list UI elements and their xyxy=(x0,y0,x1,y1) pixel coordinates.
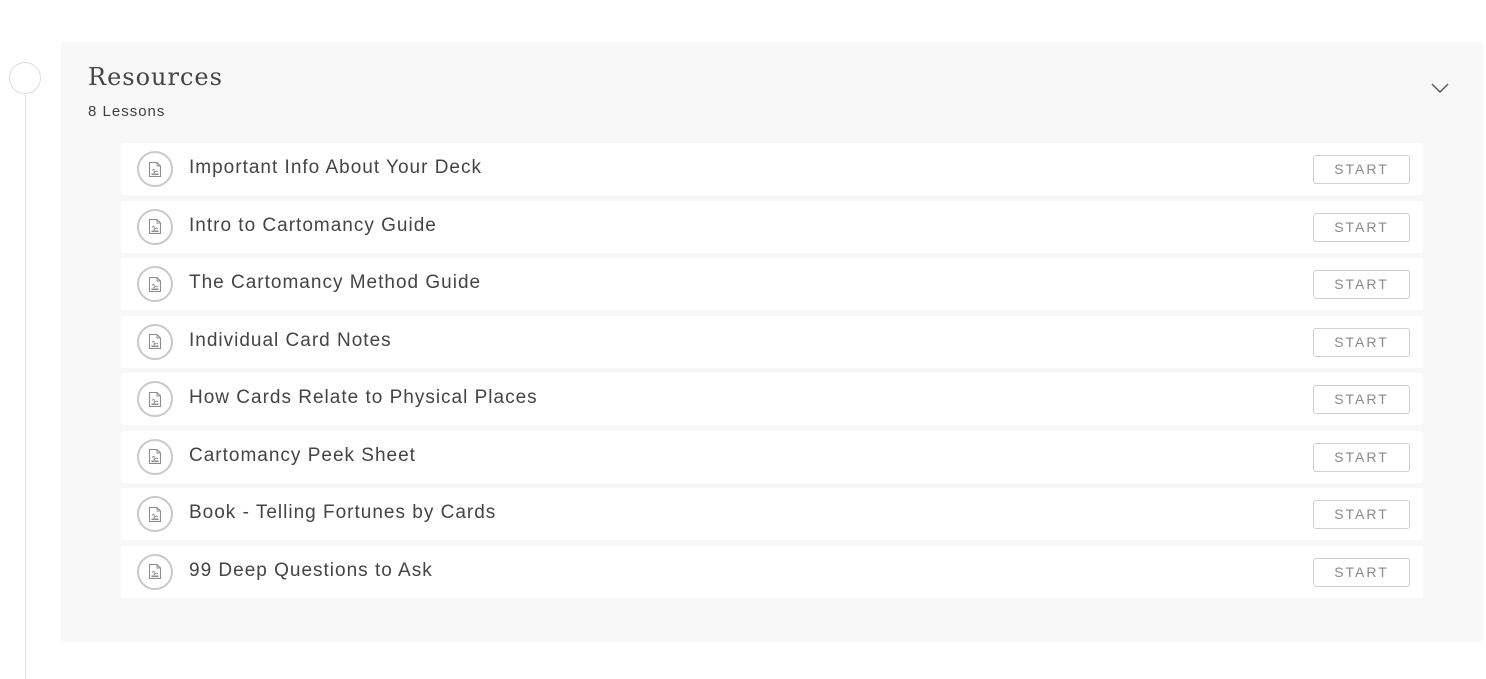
pdf-file-icon xyxy=(137,151,173,187)
lesson-row[interactable]: Book - Telling Fortunes by Cards START xyxy=(121,488,1423,540)
start-button[interactable]: START xyxy=(1313,385,1410,414)
lesson-count: 8 Lessons xyxy=(88,103,166,120)
start-button[interactable]: START xyxy=(1313,442,1410,472)
pdf-file-icon xyxy=(137,208,173,245)
course-curriculum-page: Resources 8 Lessons Important Info About… xyxy=(0,0,1486,679)
resources-section: Resources 8 Lessons Important Info About… xyxy=(61,42,1483,642)
lesson-title[interactable]: Intro to Cartomancy Guide xyxy=(189,215,437,237)
section-collapse-toggle[interactable] xyxy=(1424,72,1456,104)
pdf-file-icon xyxy=(137,323,173,360)
chevron-down-icon xyxy=(1431,83,1449,93)
lesson-row[interactable]: How Cards Relate to Physical Places STAR… xyxy=(121,373,1423,425)
lesson-title[interactable]: How Cards Relate to Physical Places xyxy=(189,387,538,409)
start-button[interactable]: START xyxy=(1313,155,1410,184)
section-title: Resources xyxy=(88,63,223,91)
lesson-row[interactable]: Cartomancy Peek Sheet START xyxy=(121,430,1423,483)
timeline-rail xyxy=(25,95,26,679)
lesson-title[interactable]: Important Info About Your Deck xyxy=(189,157,482,179)
start-button[interactable]: START xyxy=(1313,327,1410,357)
lesson-row[interactable]: Intro to Cartomancy Guide START xyxy=(121,200,1423,253)
lesson-title[interactable]: Cartomancy Peek Sheet xyxy=(189,445,416,467)
lesson-row[interactable]: Important Info About Your Deck START xyxy=(121,143,1423,195)
lesson-title[interactable]: Book - Telling Fortunes by Cards xyxy=(189,502,496,524)
timeline-section-marker xyxy=(9,62,41,94)
lesson-title[interactable]: Individual Card Notes xyxy=(189,330,392,352)
start-button[interactable]: START xyxy=(1313,270,1410,299)
pdf-file-icon xyxy=(137,496,173,532)
start-button[interactable]: START xyxy=(1313,500,1410,529)
lesson-row[interactable]: Individual Card Notes START xyxy=(121,315,1423,368)
lesson-list: Important Info About Your Deck START Int… xyxy=(121,143,1423,603)
lesson-row[interactable]: The Cartomancy Method Guide START xyxy=(121,258,1423,310)
start-button[interactable]: START xyxy=(1313,557,1410,587)
lesson-title[interactable]: 99 Deep Questions to Ask xyxy=(189,560,433,582)
start-button[interactable]: START xyxy=(1313,212,1410,242)
pdf-file-icon xyxy=(137,553,173,590)
lesson-row[interactable]: 99 Deep Questions to Ask START xyxy=(121,545,1423,598)
lesson-title[interactable]: The Cartomancy Method Guide xyxy=(189,272,481,294)
pdf-file-icon xyxy=(137,266,173,302)
pdf-file-icon xyxy=(137,381,173,417)
pdf-file-icon xyxy=(137,438,173,475)
